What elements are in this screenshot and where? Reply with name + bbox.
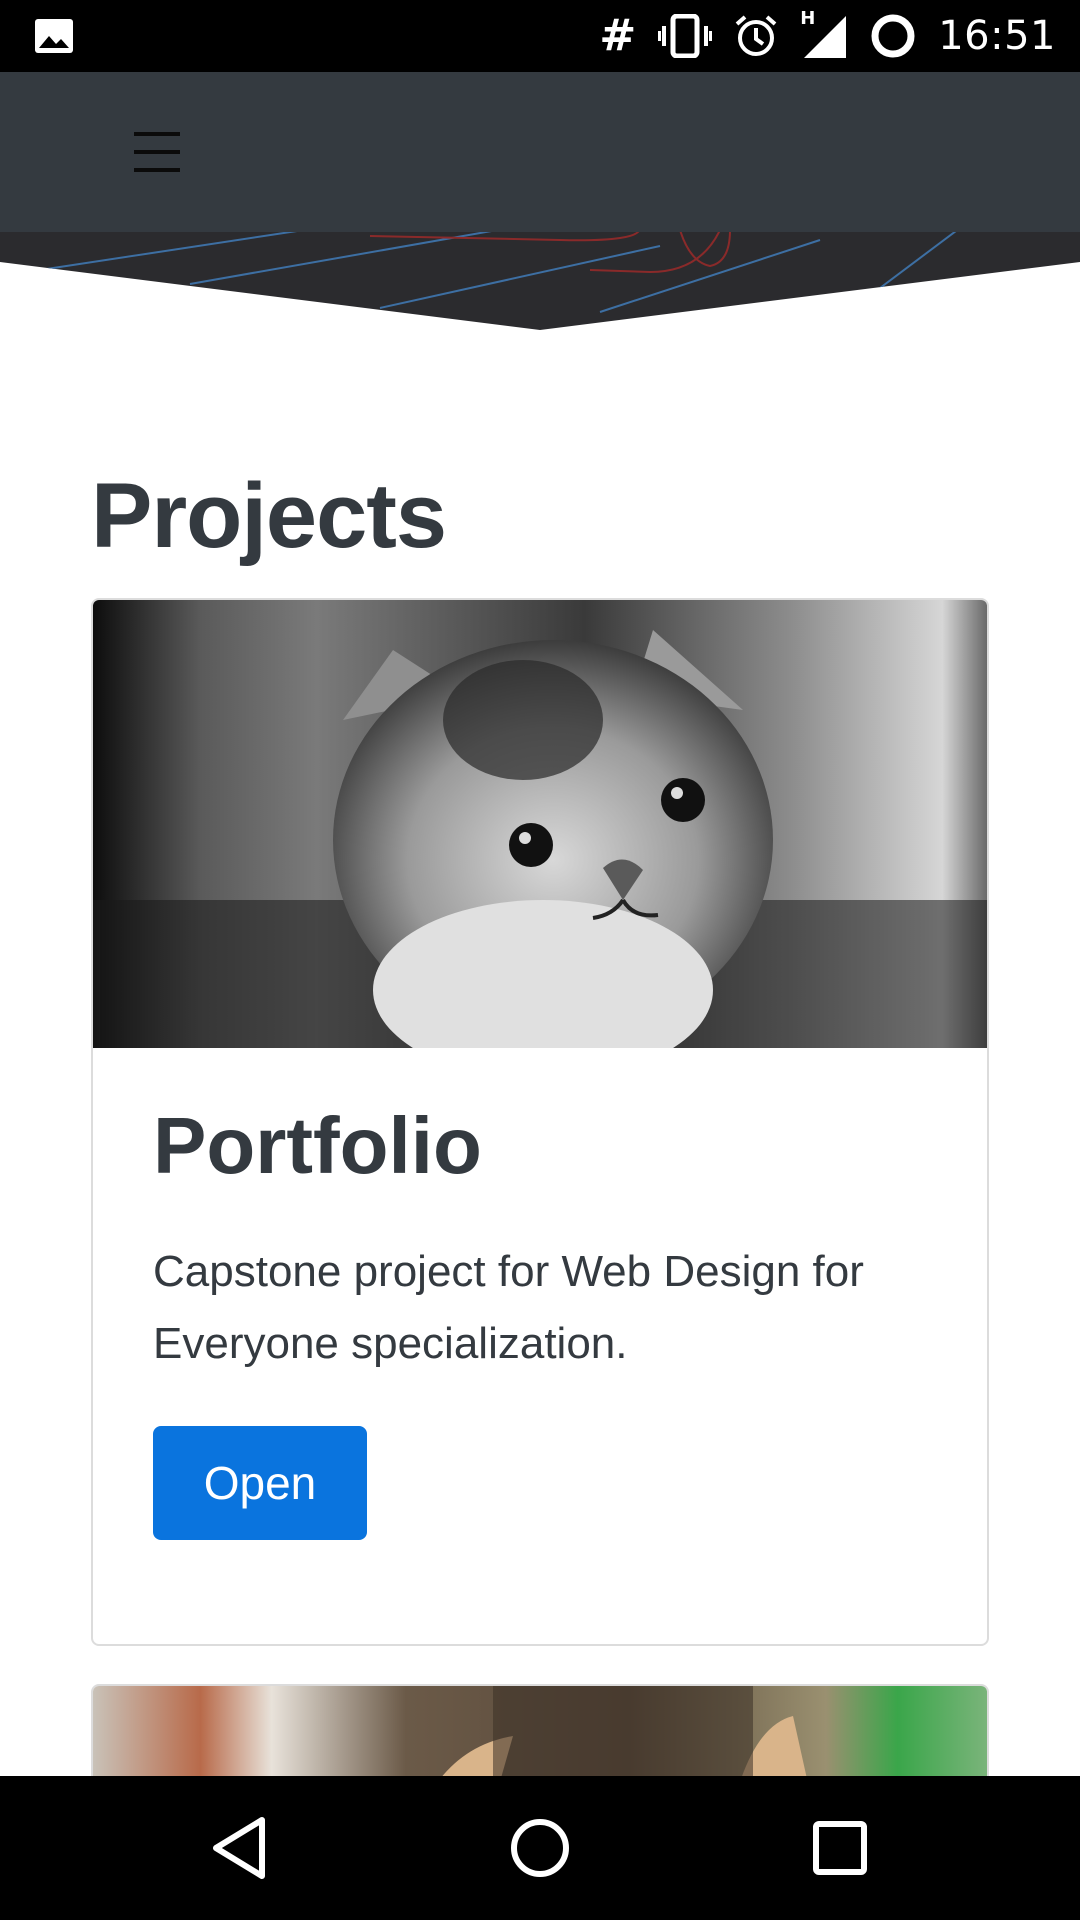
sync-circle-icon [871,14,915,58]
hash-icon: # [599,10,637,61]
card-image [93,600,987,1048]
card-title: Portfolio [153,1101,482,1190]
back-icon[interactable] [200,1808,280,1888]
system-navigation-bar [0,1776,1080,1920]
recents-icon[interactable] [800,1808,880,1888]
hamburger-menu-icon[interactable] [134,130,180,174]
navbar [0,72,1080,234]
page-title: Projects [91,465,447,567]
card-description: Capstone project for Web Design for Ever… [153,1247,864,1368]
vibrate-icon [658,14,713,58]
status-time: 16:51 [938,13,1056,59]
status-bar: # H 16:51 [0,0,1080,72]
gallery-icon [35,19,73,53]
header-banner-image [0,232,1080,330]
home-icon[interactable] [500,1808,580,1888]
open-button[interactable]: Open [153,1426,367,1540]
signal-icon: H [800,8,848,60]
project-card: Portfolio Capstone project for Web Desig… [91,598,989,1646]
alarm-icon [735,15,777,56]
